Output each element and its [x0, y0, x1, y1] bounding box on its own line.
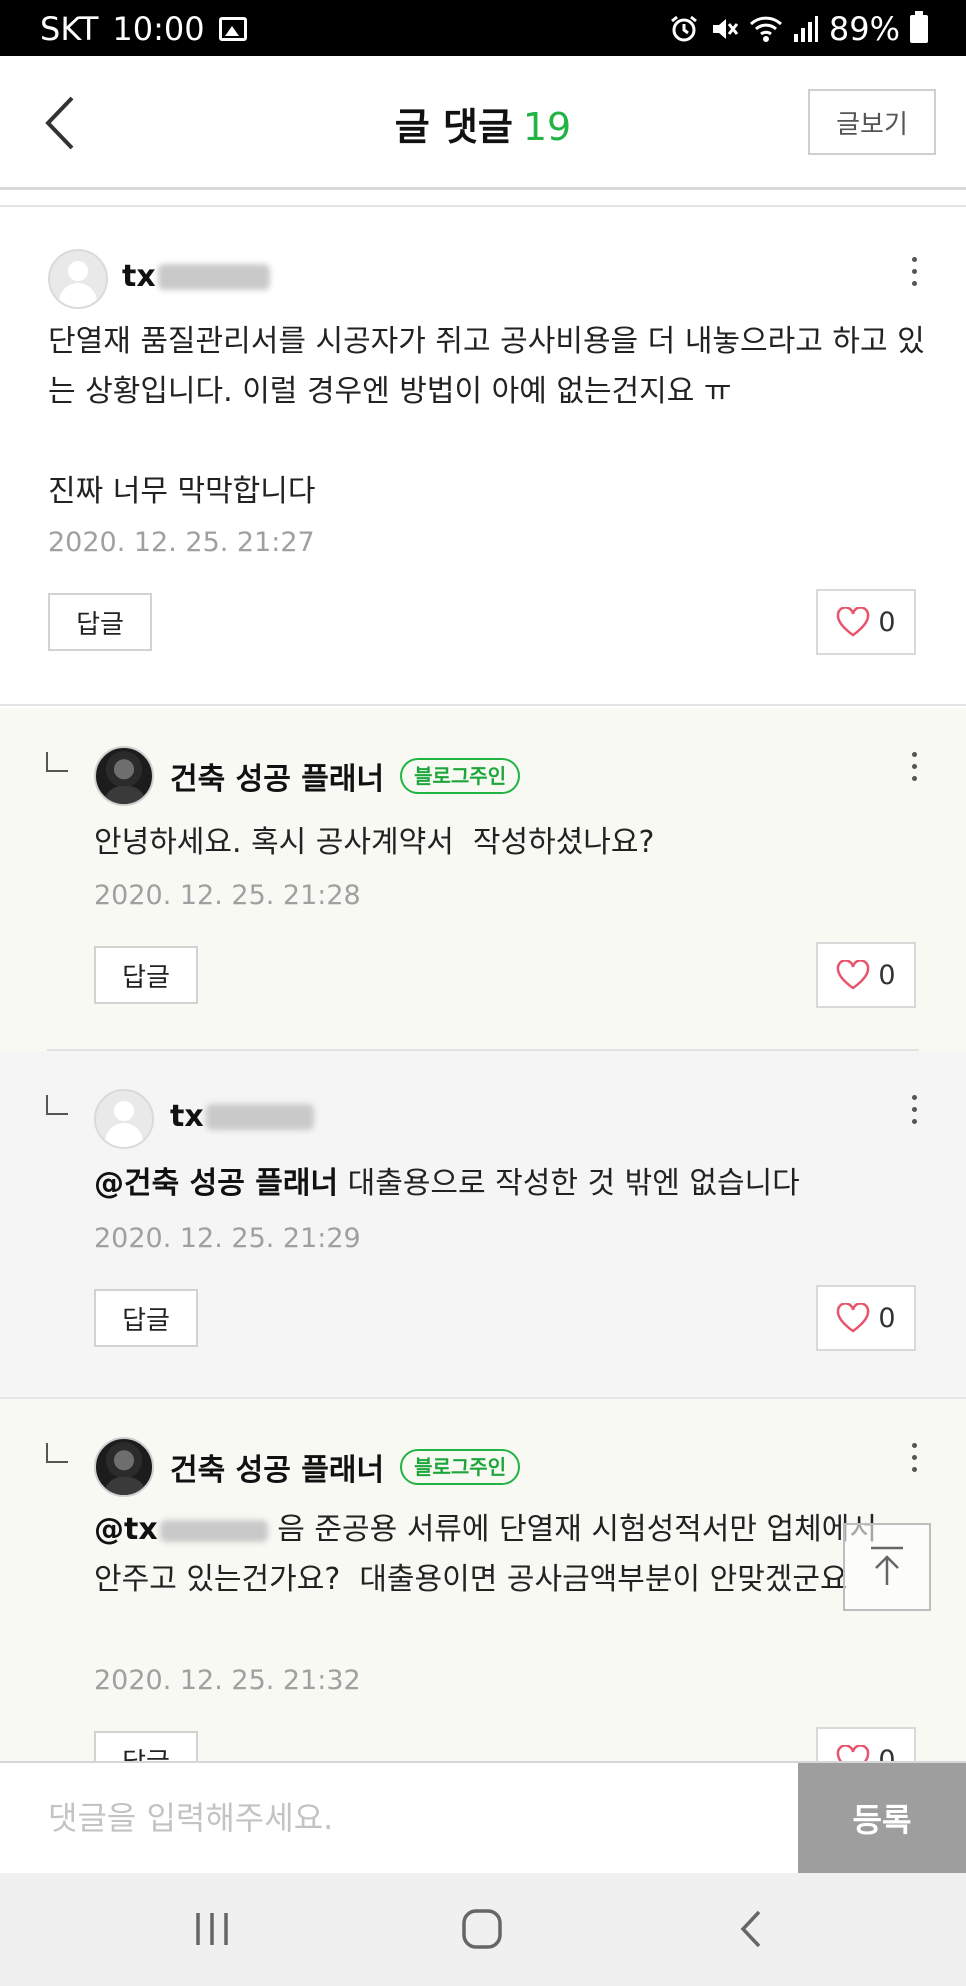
- mention[interactable]: @건축 성공 플래너: [94, 1166, 338, 1201]
- view-post-button[interactable]: 글보기: [808, 89, 936, 155]
- signal-icon: [793, 16, 818, 42]
- author-name: tx: [122, 259, 156, 294]
- more-options-button[interactable]: [908, 1095, 920, 1131]
- avatar[interactable]: [48, 249, 108, 309]
- comment-text: 단열재 품질관리서를 시공자가 쥐고 공사비용을 더 내놓으라고 하고 있는 상…: [48, 324, 925, 509]
- comment-author[interactable]: tx: [170, 1099, 314, 1134]
- reply-indicator-icon: [46, 1443, 68, 1463]
- comment-item: tx 단열재 품질관리서를 시공자가 쥐고 공사비용을 더 내놓으라고 하고 있…: [0, 207, 966, 706]
- heart-icon: [837, 960, 870, 990]
- avatar[interactable]: [94, 1089, 154, 1149]
- heart-icon: [837, 1303, 870, 1333]
- comment-item: 건축 성공 플래너 블로그주인 안녕하세요. 혹시 공사계약서 작성하셨나요? …: [0, 708, 966, 1051]
- recent-apps-button[interactable]: [182, 1901, 242, 1957]
- comment-text: @건축 성공 플래너 대출용으로 작성한 것 밖엔 없습니다: [94, 1159, 924, 1209]
- more-options-button[interactable]: [908, 257, 920, 293]
- blurred-username: [205, 1103, 314, 1130]
- reply-button[interactable]: 답글: [94, 1731, 198, 1761]
- reply-button[interactable]: 답글: [94, 1289, 198, 1347]
- system-navigation-bar: [0, 1873, 966, 1986]
- like-count: 0: [878, 1302, 896, 1334]
- comment-input-bar: 등록: [0, 1761, 966, 1873]
- author-name: 건축 성공 플래너: [170, 762, 385, 797]
- comment-list[interactable]: tx 단열재 품질관리서를 시공자가 쥐고 공사비용을 더 내놓으라고 하고 있…: [0, 205, 966, 1761]
- scroll-to-top-button[interactable]: [843, 1523, 931, 1611]
- like-count: 0: [878, 1744, 896, 1762]
- comment-author[interactable]: 건축 성공 플래너 블로그주인: [170, 1445, 521, 1489]
- author-name: tx: [170, 1099, 204, 1134]
- clock: 10:00: [112, 10, 205, 48]
- avatar[interactable]: [94, 746, 154, 806]
- avatar[interactable]: [94, 1437, 154, 1497]
- recent-apps-icon: [196, 1913, 228, 1945]
- arrow-up-icon: [871, 1546, 903, 1585]
- wifi-icon: [749, 16, 782, 42]
- heart-icon: [837, 1745, 870, 1761]
- home-button[interactable]: [452, 1901, 512, 1957]
- back-icon: [740, 1910, 761, 1948]
- gallery-icon: [218, 17, 247, 41]
- like-button[interactable]: 0: [816, 1727, 916, 1761]
- reply-indicator-icon: [46, 752, 68, 772]
- more-options-button[interactable]: [908, 752, 920, 788]
- comment-date: 2020. 12. 25. 21:27: [48, 527, 315, 558]
- app-header: 글 댓글 19 글보기: [0, 56, 966, 190]
- submit-button[interactable]: 등록: [798, 1763, 966, 1873]
- comment-item: tx @건축 성공 플래너 대출용으로 작성한 것 밖엔 없습니다 2020. …: [0, 1051, 966, 1397]
- comment-text: @tx 음 준공용 서류에 단열재 시험성적서만 업체에서 안주고 있는건가요?…: [94, 1505, 904, 1605]
- comment-author[interactable]: 건축 성공 플래너 블로그주인: [170, 754, 521, 798]
- more-options-button[interactable]: [908, 1443, 920, 1479]
- status-bar: SKT 10:00 89%: [0, 0, 966, 56]
- comment-body: 대출용으로 작성한 것 밖엔 없습니다: [338, 1166, 800, 1201]
- comment-date: 2020. 12. 25. 21:28: [94, 880, 361, 911]
- like-button[interactable]: 0: [816, 942, 916, 1008]
- nav-back-button[interactable]: [722, 1901, 782, 1957]
- like-button[interactable]: 0: [816, 589, 916, 655]
- reply-button[interactable]: 답글: [94, 946, 198, 1004]
- mute-icon: [712, 19, 739, 39]
- blurred-username: [159, 1519, 268, 1542]
- blog-owner-badge: 블로그주인: [400, 1449, 521, 1485]
- comment-text: 안녕하세요. 혹시 공사계약서 작성하셨나요?: [94, 825, 655, 860]
- reply-indicator-icon: [46, 1095, 68, 1115]
- comment-date: 2020. 12. 25. 21:32: [94, 1665, 361, 1696]
- home-icon: [462, 1909, 502, 1949]
- alarm-icon: [670, 15, 697, 42]
- heart-icon: [837, 607, 870, 637]
- author-name: 건축 성공 플래너: [170, 1453, 385, 1488]
- reply-button[interactable]: 답글: [48, 593, 152, 651]
- like-count: 0: [878, 959, 896, 991]
- battery-percent: 89%: [828, 10, 900, 48]
- blurred-username: [157, 263, 270, 290]
- comment-author[interactable]: tx: [122, 259, 270, 294]
- carrier-label: SKT: [40, 10, 99, 48]
- comment-item: 건축 성공 플래너 블로그주인 @tx 음 준공용 서류에 단열재 시험성적서만…: [0, 1397, 966, 1761]
- comment-date: 2020. 12. 25. 21:29: [94, 1223, 361, 1254]
- like-count: 0: [878, 606, 896, 638]
- mention[interactable]: @tx: [94, 1512, 158, 1547]
- blog-owner-badge: 블로그주인: [400, 758, 521, 794]
- battery-icon: [910, 11, 928, 43]
- comment-input[interactable]: [0, 1763, 798, 1873]
- comment-count: 19: [522, 105, 572, 149]
- like-button[interactable]: 0: [816, 1285, 916, 1351]
- page-title-text: 글 댓글: [394, 105, 513, 149]
